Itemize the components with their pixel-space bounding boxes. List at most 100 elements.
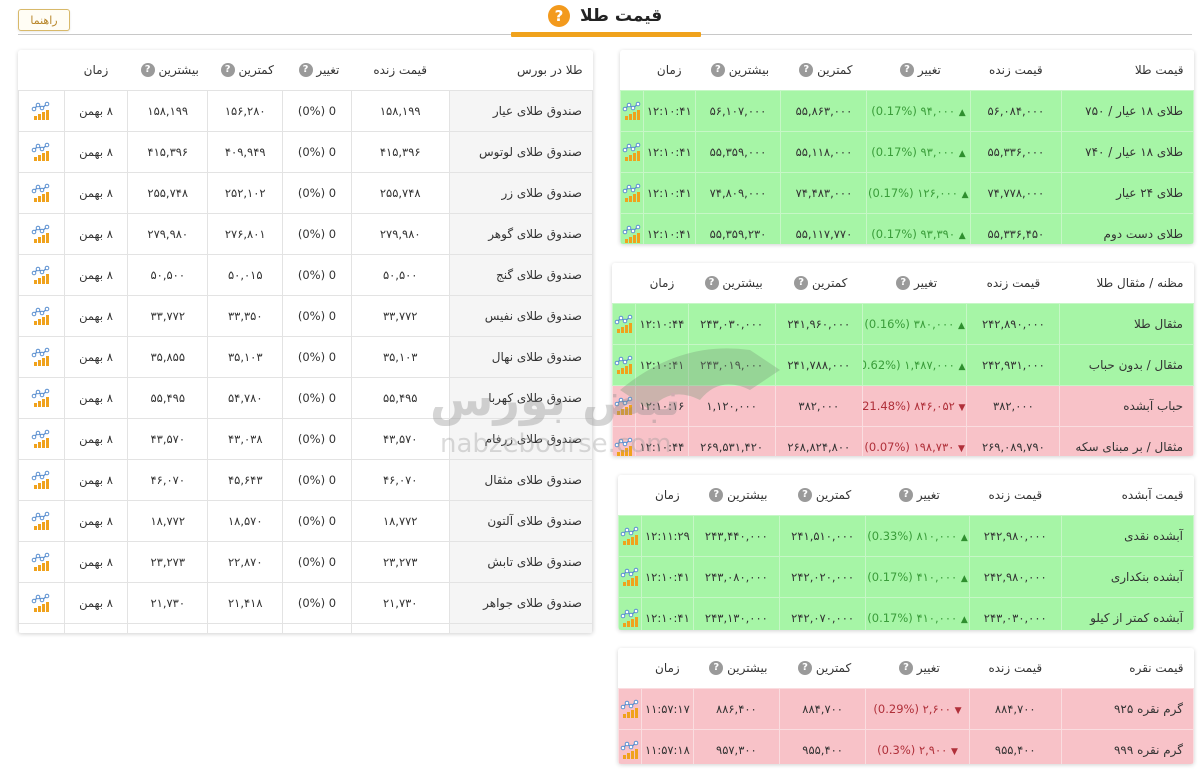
help-icon[interactable]: ?	[896, 276, 911, 291]
help-icon[interactable]: ?	[298, 63, 313, 78]
chart-button[interactable]	[620, 213, 644, 244]
chart-button[interactable]	[618, 515, 642, 557]
table-row[interactable]: صندوق طلای ناب۱۹,۶۳۹0 (0%)۱۹,۳۶۰۱۹,۶۳۹۸ …	[18, 623, 593, 633]
table-row[interactable]: صندوق طلای نفیس ۳۳,۷۷۲ 0 (0%) ۳۳,۳۵۰ ۳۳,۷۷۲ ۸…	[18, 295, 593, 337]
help-icon[interactable]: ?	[899, 488, 914, 503]
chart-icon[interactable]	[31, 388, 51, 408]
chart-icon[interactable]	[622, 183, 642, 203]
table-row[interactable]: گرم نقره ۹۹۹ ۹۵۵,۴۰۰ ▼ ۲,۹۰۰ (0.3%) ۹۵۵,۴۰۰…	[618, 729, 1194, 764]
table-row[interactable]: طلای ۱۸ عیار / ۷۴۰ ۵۵,۳۳۶,۰۰۰ ▲ ۹۳,۰۰۰ (0.…	[620, 131, 1194, 173]
table-row[interactable]: صندوق طلای عیار ۱۵۸,۱۹۹ 0 (0%) ۱۵۶,۲۸۰ ۱۵۸,۱…	[18, 90, 593, 132]
chart-icon[interactable]	[31, 265, 51, 285]
chart-icon[interactable]	[620, 740, 640, 760]
chart-icon[interactable]	[31, 552, 51, 572]
table-row[interactable]: مثقال / بدون حباب ۲۴۲,۹۳۱,۰۰۰ ▲ ۱,۴۸۷,۰۰۰ …	[612, 344, 1194, 386]
chart-button[interactable]	[618, 597, 642, 630]
table-row[interactable]: طلای ۲۴ عیار ۷۴,۷۷۸,۰۰۰ ▲ ۱۲۶,۰۰۰ (0.17%) ۷…	[620, 172, 1194, 214]
chart-button[interactable]	[18, 254, 65, 296]
table-row[interactable]: آبشده بنکداری ۲۴۲,۹۸۰,۰۰۰ ▲ ۴۱۰,۰۰۰ (0.17%…	[618, 556, 1194, 598]
help-icon[interactable]: ?	[798, 661, 813, 676]
help-icon[interactable]: ?	[548, 5, 570, 27]
table-row[interactable]: صندوق طلای تابش ۲۳,۲۷۳ 0 (0%) ۲۲,۸۷۰ ۲۳,۲۷۳ ۸…	[18, 541, 593, 583]
help-icon[interactable]: ?	[900, 63, 915, 78]
table-row[interactable]: صندوق طلای کهربا ۵۵,۴۹۵ 0 (0%) ۵۴,۷۸۰ ۵۵,۴۹۵…	[18, 377, 593, 419]
table-row[interactable]: آبشده کمتر از کیلو ۲۴۳,۰۳۰,۰۰۰ ▲ ۴۱۰,۰۰۰ (…	[618, 597, 1194, 630]
help-icon[interactable]: ?	[899, 661, 914, 676]
chart-button[interactable]	[612, 303, 637, 345]
help-icon[interactable]: ?	[709, 661, 724, 676]
help-icon[interactable]: ?	[709, 488, 724, 503]
chart-button[interactable]	[18, 541, 65, 583]
chart-icon[interactable]	[622, 101, 642, 121]
bourse-table: طلا در بورس قیمت زنده تغییر ? کمترین ? بیشتر…	[18, 50, 593, 633]
chart-button[interactable]	[18, 623, 65, 633]
chart-icon[interactable]	[614, 355, 634, 375]
chart-button[interactable]	[620, 90, 644, 132]
chart-button[interactable]	[620, 131, 644, 173]
chart-icon[interactable]	[620, 567, 640, 587]
table-row[interactable]: صندوق طلای مثقال ۴۶,۰۷۰ 0 (0%) ۴۵,۶۴۳ ۴۶,۰۷۰…	[18, 459, 593, 501]
chart-icon[interactable]	[31, 347, 51, 367]
chart-button[interactable]	[612, 344, 637, 386]
chart-button[interactable]	[612, 385, 637, 427]
table-row[interactable]: صندوق طلای گوهر ۲۷۹,۹۸۰ 0 (0%) ۲۷۶,۸۰۱ ۲۷۹,۹…	[18, 213, 593, 255]
chart-icon[interactable]	[31, 142, 51, 162]
chart-button[interactable]	[18, 418, 65, 460]
chart-icon[interactable]	[31, 593, 51, 613]
guide-button[interactable]: راهنما	[18, 9, 70, 31]
chart-button[interactable]	[612, 426, 637, 456]
help-icon[interactable]: ?	[220, 63, 235, 78]
chart-icon[interactable]	[31, 470, 51, 490]
table-row[interactable]: آبشده نقدی ۲۴۲,۹۸۰,۰۰۰ ▲ ۸۱۰,۰۰۰ (0.33%) ۲۴…	[618, 515, 1194, 557]
help-icon[interactable]: ?	[704, 276, 719, 291]
price-change: 0 (0%)	[282, 459, 352, 501]
table-row[interactable]: صندوق طلای لوتوس ۴۱۵,۳۹۶ 0 (0%) ۴۰۹,۹۴۹ ۴۱۵,…	[18, 131, 593, 173]
chart-button[interactable]	[618, 729, 642, 764]
chart-button[interactable]	[618, 688, 642, 730]
help-icon[interactable]: ?	[798, 488, 813, 503]
chart-icon[interactable]	[614, 314, 634, 334]
table-row[interactable]: صندوق طلای زر ۲۵۵,۷۴۸ 0 (0%) ۲۵۲,۱۰۲ ۲۵۵,۷۴۸…	[18, 172, 593, 214]
live-price: ۱۵۸,۱۹۹	[350, 90, 450, 132]
chart-icon[interactable]	[31, 511, 51, 531]
help-icon[interactable]: ?	[710, 63, 725, 78]
chart-icon[interactable]	[620, 608, 640, 628]
chart-button[interactable]	[620, 172, 644, 214]
chart-button[interactable]	[18, 295, 65, 337]
table-row[interactable]: طلای دست دوم ۵۵,۳۳۶,۴۵۰ ▲ ۹۳,۳۹۰ (0.17%) ۵۵…	[620, 213, 1194, 244]
chart-button[interactable]	[18, 90, 65, 132]
chart-icon[interactable]	[620, 526, 640, 546]
chart-button[interactable]	[18, 172, 65, 214]
help-icon[interactable]: ?	[140, 63, 155, 78]
table-row[interactable]: صندوق طلای جواهر ۲۱,۷۳۰ 0 (0%) ۲۱,۴۱۸ ۲۱,۷۳۰…	[18, 582, 593, 624]
chart-icon[interactable]	[31, 306, 51, 326]
table-row[interactable]: گرم نقره ۹۲۵ ۸۸۴,۷۰۰ ▼ ۲,۶۰۰ (0.29%) ۸۸۴,۷۰…	[618, 688, 1194, 730]
help-icon[interactable]: ?	[799, 63, 814, 78]
table-row[interactable]: مثقال / بر مبنای سکه ۲۶۹,۰۸۹,۷۹۰ ▼ ۱۹۸,۷۳۰…	[612, 426, 1194, 456]
chart-icon[interactable]	[620, 699, 640, 719]
table-row[interactable]: طلای ۱۸ عیار / ۷۵۰ ۵۶,۰۸۴,۰۰۰ ▲ ۹۴,۰۰۰ (0.…	[620, 90, 1194, 132]
chart-icon[interactable]	[622, 142, 642, 162]
chart-button[interactable]	[18, 582, 65, 624]
chart-button[interactable]	[18, 500, 65, 542]
chart-button[interactable]	[18, 213, 65, 255]
chart-icon[interactable]	[614, 437, 634, 456]
chart-button[interactable]	[18, 377, 65, 419]
chart-icon[interactable]	[31, 101, 51, 121]
table-row[interactable]: صندوق طلای آلتون ۱۸,۷۷۲ 0 (0%) ۱۸,۵۷۰ ۱۸,۷۷۲…	[18, 500, 593, 542]
chart-button[interactable]	[18, 336, 65, 378]
table-row[interactable]: حباب آبشده۳۸۲,۰۰۰▼ ۸۴۶,۰۵۲ (221.48%)۳۸۲,…	[612, 385, 1194, 427]
chart-icon[interactable]	[31, 183, 51, 203]
chart-button[interactable]	[18, 131, 65, 173]
chart-button[interactable]	[618, 556, 642, 598]
chart-icon[interactable]	[622, 224, 642, 244]
help-icon[interactable]: ?	[794, 276, 809, 291]
chart-icon[interactable]	[614, 396, 634, 416]
chart-button[interactable]	[18, 459, 65, 501]
table-row[interactable]: مثقال طلا ۲۴۲,۸۹۰,۰۰۰ ▲ ۳۸۰,۰۰۰ (0.16%) ۲۴۱…	[612, 303, 1194, 345]
chart-icon[interactable]	[31, 224, 51, 244]
chart-icon[interactable]	[31, 429, 51, 449]
table-row[interactable]: صندوق طلای نهال ۳۵,۱۰۳ 0 (0%) ۳۵,۱۰۳ ۳۵,۸۵۵ ۸…	[18, 336, 593, 378]
table-row[interactable]: صندوق طلای گنج ۵۰,۵۰۰ 0 (0%) ۵۰,۰۱۵ ۵۰,۵۰۰ ۸ …	[18, 254, 593, 296]
table-row[interactable]: صندوق طلای زرفام ۴۳,۵۷۰ 0 (0%) ۴۳,۰۳۸ ۴۳,۵۷۰…	[18, 418, 593, 460]
